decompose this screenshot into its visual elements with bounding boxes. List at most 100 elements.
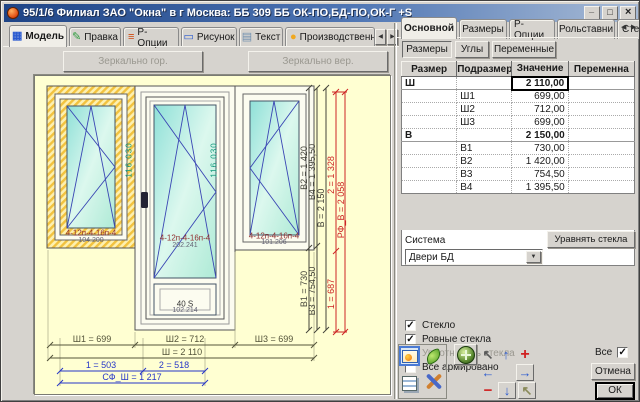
balcony-door[interactable] [134, 85, 236, 331]
remove-button[interactable] [479, 382, 497, 399]
app-icon [7, 7, 19, 19]
header-subsize[interactable]: Подразмер [456, 61, 513, 77]
drawing-canvas[interactable]: 4-12п-4-16п-4 104.200 4-12п-4-16п-4 202.… [34, 75, 391, 395]
tab-r-options-label: Р-Опции [137, 26, 168, 49]
sub-button-sizes[interactable]: Размеры [402, 41, 452, 58]
picture-icon [401, 349, 418, 363]
add-button[interactable] [516, 346, 534, 363]
tab-picture-label: Рисунок [196, 32, 235, 43]
move-left-button[interactable] [479, 364, 497, 381]
table-row[interactable]: В1 730,00 [401, 141, 636, 155]
dim-s1-label: 1 = 503 [85, 360, 117, 370]
dim-rf-label: РФ_В = 2 058 [336, 181, 346, 239]
scroll-left-icon [378, 34, 383, 40]
move-right-button[interactable] [516, 364, 534, 381]
table-row[interactable]: В2 1 420,00 [401, 154, 636, 168]
table-row[interactable]: Ш1 699,00 [401, 89, 636, 103]
eco-window-button[interactable] [422, 346, 444, 366]
close-icon [625, 7, 631, 17]
table-row[interactable]: В3 754,50 [401, 167, 636, 181]
system-select-value: Двери БД [409, 251, 454, 263]
tab-production[interactable]: Производственны [285, 27, 375, 47]
dim-sh2-label: Ш2 = 712 [165, 334, 205, 344]
tools-button[interactable] [422, 370, 446, 394]
mirror-horizontal-button[interactable]: Зеркально гор. [63, 51, 203, 72]
drawing-scene: 4-12п-4-16п-4 104.200 4-12п-4-16п-4 202.… [35, 80, 392, 396]
pencil-icon [72, 32, 81, 43]
tab-scroll-left-button[interactable] [375, 29, 386, 45]
right-tab-bar: Основной Размеры Р-Опции Рольставни Стек… [399, 17, 639, 41]
equalize-glass-button[interactable]: Уравнять стекла [547, 231, 635, 248]
chevron-down-icon [531, 254, 537, 260]
leaf-icon [423, 347, 443, 365]
right-mullion-code: 116.030 [209, 142, 219, 178]
tab-r-options-right[interactable]: Р-Опции [509, 19, 555, 41]
sheets-button[interactable] [399, 372, 420, 394]
selected-cell: 2 110,00 [510, 75, 570, 91]
select-cursor-button[interactable] [479, 346, 497, 363]
tab-sizes[interactable]: Размеры [459, 19, 507, 39]
all-checkbox-row[interactable]: Все ✓ [595, 347, 629, 358]
list-icon [128, 32, 134, 43]
even-glass-checkbox[interactable]: ✓ [405, 333, 416, 345]
arrow-down-icon [504, 383, 511, 398]
checkbox-glass[interactable]: ✓ Стекло [405, 319, 455, 331]
left-mullion-code: 116.030 [124, 142, 134, 178]
arrow-left-icon [482, 365, 495, 380]
table-row[interactable]: В4 1 395,50 [401, 180, 636, 194]
tab-model-label: Модель [25, 31, 65, 42]
table-header-row: Размер Подразмер Значение Переменна [400, 61, 636, 77]
crossed-tools-icon [425, 373, 443, 391]
corner-arrow-icon [522, 383, 533, 399]
header-size[interactable]: Размер [400, 61, 458, 77]
sheets-icon [402, 375, 417, 391]
header-value[interactable]: Значение [511, 61, 569, 77]
dim-v-label: В = 2 150 [316, 188, 326, 228]
tab-edit-label: Правка [84, 32, 118, 43]
system-select-arrow-button[interactable] [526, 251, 541, 263]
cursor-icon [483, 347, 494, 363]
document-icon [242, 32, 252, 43]
dim-r1-label: 1 = 687 [326, 278, 336, 310]
dim-s2-label: 2 = 518 [158, 360, 190, 370]
header-variable[interactable]: Переменна [567, 61, 636, 77]
right-tabs-scroll-left-icon[interactable] [621, 23, 626, 31]
right-panel: Размеры Углы Переменные Размер Подразмер… [397, 37, 638, 400]
diagonal-move-button[interactable] [518, 382, 536, 399]
glass-checkbox[interactable]: ✓ [405, 319, 416, 331]
tab-r-options[interactable]: Р-Опции [123, 26, 179, 49]
left-window[interactable] [46, 85, 136, 249]
move-up-button[interactable] [497, 346, 515, 363]
cancel-button[interactable]: Отмена [591, 363, 635, 380]
table-row[interactable]: Ш 2 110,00 [401, 75, 636, 91]
model-grid-icon [12, 31, 22, 42]
right-tabs-scroll-right-icon[interactable] [631, 23, 636, 31]
system-select[interactable]: Двери БД [405, 249, 543, 265]
dimensions-table[interactable]: Размер Подразмер Значение Переменна Ш 2 … [400, 61, 636, 194]
tab-picture[interactable]: Рисунок [181, 27, 237, 47]
door-handle [141, 192, 148, 208]
glass-checkbox-label: Стекло [422, 319, 456, 331]
move-down-button[interactable] [498, 382, 516, 399]
table-row[interactable]: Ш2 712,00 [401, 102, 636, 116]
all-checkbox[interactable]: ✓ [617, 347, 629, 358]
table-row[interactable]: Ш3 699,00 [401, 115, 636, 129]
mirror-vertical-button[interactable]: Зеркально вер. [248, 51, 388, 72]
round-window-button[interactable] [454, 344, 477, 365]
left-glass-code: 104.200 [78, 237, 104, 244]
sub-button-angles[interactable]: Углы [455, 41, 489, 58]
table-row[interactable]: В 2 150,00 [401, 128, 636, 142]
ok-button[interactable]: ОК [595, 382, 635, 400]
tab-model[interactable]: Модель [9, 25, 67, 47]
tab-shutters[interactable]: Рольставни [557, 19, 615, 39]
drawing-icon [183, 32, 193, 43]
main-tab-bar: Модель Правка Р-Опции Рисунок Текст Прои… [3, 25, 399, 49]
sub-button-variables[interactable]: Переменные [492, 41, 556, 58]
tab-production-label: Производственны [299, 32, 375, 43]
dim-sh1-label: Ш1 = 699 [72, 334, 112, 344]
tab-main[interactable]: Основной [401, 17, 457, 39]
tab-text[interactable]: Текст [239, 27, 283, 47]
tab-edit[interactable]: Правка [69, 27, 121, 47]
dim-sh-label: Ш = 2 110 [161, 347, 203, 357]
view-mode-button[interactable] [399, 346, 420, 366]
